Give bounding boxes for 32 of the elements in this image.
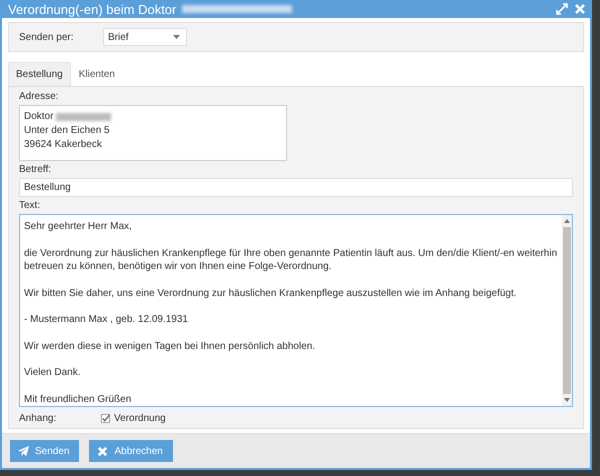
caret-icon [173, 35, 180, 39]
window-title: Verordnung(-en) beim Doktor [8, 2, 176, 16]
scrollbar[interactable] [562, 215, 572, 406]
address-line: Unter den Eichen 5 [24, 124, 110, 137]
send-via-label: Senden per: [19, 32, 74, 42]
address-line: 39624 Kakerbeck [24, 138, 102, 151]
expand-icon[interactable] [556, 3, 568, 15]
attachment-checkbox[interactable]: Verordnung [101, 413, 166, 424]
tab[interactable]: Bestellung [8, 62, 71, 86]
text-field[interactable] [19, 214, 573, 407]
close-icon[interactable] [574, 3, 586, 15]
letter-paragraph: Wir bitten Sie daher, uns eine Verordnung zur häuslichen Krankenpflege auszustellen wie im Anhang beigefügt. [24, 286, 518, 300]
scroll-down-icon[interactable] [564, 398, 570, 402]
close-icon [97, 446, 108, 456]
letter-paragraph: die Verordnung zur häuslichen Krankenpflege für Ihre oben genannte Patientin läuft aus. Um den/die Klient/-en weiterhin betreuen zu können, benötigen wir von Ihnen eine Folge-Verordnung. [24, 246, 558, 274]
address-line: Doktor [24, 110, 54, 123]
paper-plane-icon [18, 446, 29, 456]
address-label: Adresse: [19, 91, 60, 102]
send-via-dropdown[interactable]: Brief [103, 28, 187, 46]
attachment-label: Anhang: [19, 413, 58, 424]
letter-paragraph: - Mustermann Max , geb. 12.09.1931 [24, 313, 189, 326]
tab[interactable]: Klienten [70, 62, 123, 86]
letter-paragraph: Mit freundlichen Grüßen [24, 392, 132, 406]
redacted-text [56, 112, 112, 120]
letter-paragraph: Wir werden diese in wenigen Tagen bei Ihnen persönlich abholen. [24, 340, 316, 353]
address-field[interactable]: Doktor Unter den Eichen 5 39624 Kakerbeck [19, 105, 287, 161]
letter-paragraph: Vielen Dank. [24, 366, 82, 380]
subject-field[interactable]: Bestellung [19, 178, 573, 197]
letter-paragraph: Sehr geehrter Herr Max, [24, 220, 133, 234]
scroll-up-icon[interactable] [564, 219, 570, 223]
text-label: Text: [19, 200, 42, 211]
subject-label: Betreff: [19, 164, 52, 175]
